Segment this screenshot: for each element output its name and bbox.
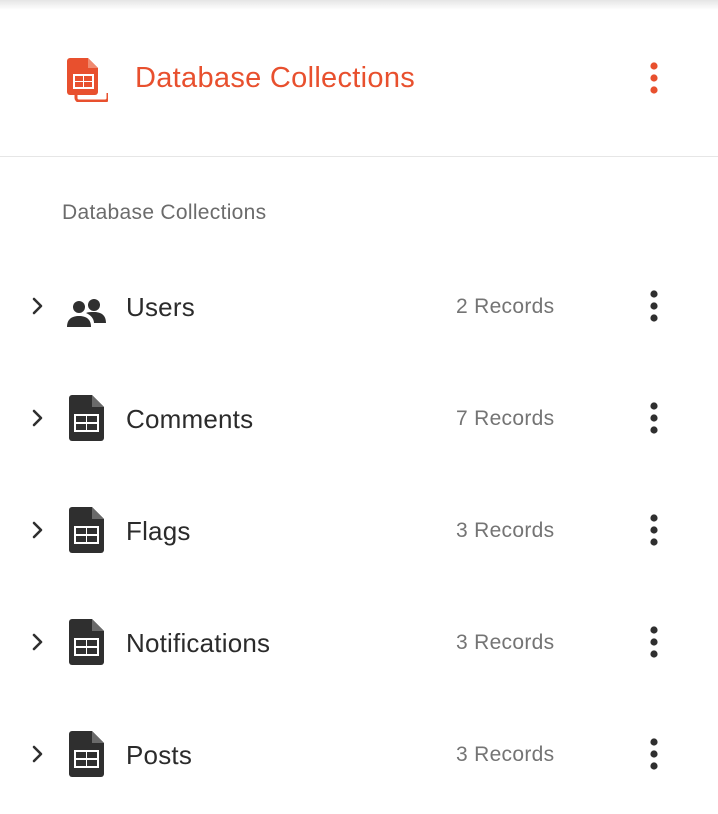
record-count: 3 Records bbox=[456, 519, 555, 542]
record-count: 7 Records bbox=[456, 407, 555, 430]
collection-row-flags[interactable]: Flags 3 Records bbox=[0, 474, 718, 586]
collection-name: Notifications bbox=[126, 628, 271, 658]
collection-name: Posts bbox=[126, 740, 193, 770]
more-vertical-icon[interactable] bbox=[640, 622, 668, 662]
more-vertical-icon[interactable] bbox=[640, 734, 668, 774]
table-document-icon bbox=[69, 507, 104, 553]
collection-row-notifications[interactable]: Notifications 3 Records bbox=[0, 586, 718, 698]
collection-row-posts[interactable]: Posts 3 Records bbox=[0, 698, 718, 810]
app-header: Database Collections bbox=[0, 0, 718, 157]
collection-name: Flags bbox=[126, 516, 191, 546]
chevron-right-icon[interactable] bbox=[28, 518, 48, 542]
record-count: 3 Records bbox=[456, 743, 555, 766]
table-document-icon bbox=[69, 395, 104, 441]
database-document-icon bbox=[67, 58, 108, 102]
chevron-right-icon[interactable] bbox=[28, 406, 48, 430]
page-title: Database Collections bbox=[135, 62, 416, 94]
collection-name: Comments bbox=[126, 404, 254, 434]
users-icon bbox=[67, 299, 106, 327]
chevron-right-icon[interactable] bbox=[28, 742, 48, 766]
more-vertical-icon[interactable] bbox=[640, 398, 668, 438]
table-document-icon bbox=[69, 731, 104, 777]
collection-row-users[interactable]: Users 2 Records bbox=[0, 250, 718, 362]
collection-row-comments[interactable]: Comments 7 Records bbox=[0, 362, 718, 474]
more-vertical-icon[interactable] bbox=[640, 286, 668, 326]
record-count: 3 Records bbox=[456, 631, 555, 654]
record-count: 2 Records bbox=[456, 295, 555, 318]
chevron-right-icon[interactable] bbox=[28, 630, 48, 654]
collection-name: Users bbox=[126, 292, 195, 322]
section-label: Database Collections bbox=[62, 201, 267, 224]
chevron-right-icon[interactable] bbox=[28, 294, 48, 318]
more-vertical-icon[interactable] bbox=[640, 58, 668, 98]
collection-list: Users 2 Records Comments 7 Records Flags… bbox=[0, 250, 718, 810]
more-vertical-icon[interactable] bbox=[640, 510, 668, 550]
table-document-icon bbox=[69, 619, 104, 665]
